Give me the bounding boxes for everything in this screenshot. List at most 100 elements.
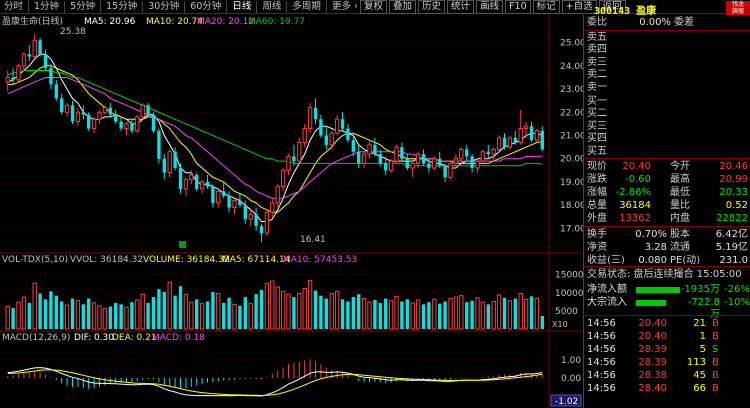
f10-button[interactable]: F10 bbox=[505, 0, 531, 14]
tick-price: 28.40 bbox=[638, 383, 667, 394]
quote-label: 涨跌 bbox=[587, 174, 607, 185]
low-marker-label: 16.41 bbox=[300, 235, 326, 245]
sell-level-row[interactable]: 卖三 bbox=[584, 57, 750, 69]
period-tab-30min[interactable]: 30分钟 bbox=[144, 0, 183, 14]
period-tab-1min[interactable]: 1分钟 bbox=[30, 0, 63, 14]
candle bbox=[394, 146, 399, 162]
candle bbox=[114, 114, 118, 122]
volume-bar bbox=[448, 298, 453, 330]
quote-value: 36184 bbox=[619, 200, 651, 211]
volume-bar bbox=[60, 301, 64, 329]
volume-bar bbox=[459, 295, 464, 330]
tick-volume: 113 bbox=[686, 357, 706, 368]
volume-bar bbox=[302, 287, 307, 330]
candle bbox=[38, 40, 42, 55]
tick-volume: 66 bbox=[693, 383, 706, 394]
volume-bar bbox=[475, 297, 480, 330]
period-tab-daily[interactable]: 日线 bbox=[228, 0, 255, 14]
kline-chart[interactable]: 盈康生命(日线) MA5: 20.96 MA10: 20.74 MA20: 20… bbox=[0, 15, 583, 408]
tick-row[interactable]: 14:56 28.39 5 S bbox=[584, 344, 750, 356]
candle bbox=[205, 181, 210, 187]
draw-button[interactable]: 画线 bbox=[476, 0, 504, 14]
vol-axis-label: 15000 bbox=[555, 271, 583, 281]
sell-level-label: 卖三 bbox=[587, 56, 607, 68]
volume-bar bbox=[199, 303, 205, 330]
order-ratio-row: 委比 0.00% 委差 bbox=[584, 17, 750, 29]
candle bbox=[415, 153, 421, 164]
flow-bar bbox=[636, 287, 680, 293]
tick-row[interactable]: 14:56 28.40 66 B bbox=[584, 383, 750, 395]
price-axis-label: 19.00 bbox=[560, 178, 583, 188]
history-button[interactable]: 历史 bbox=[418, 0, 446, 14]
price-axis-label: 22.00 bbox=[560, 108, 583, 118]
add-watchlist-button[interactable]: +自选 bbox=[561, 0, 597, 14]
vol-axis-label: 5000 bbox=[555, 307, 578, 317]
buy-level-row[interactable]: 买五 bbox=[584, 146, 750, 158]
period-tab-weekly[interactable]: 周线 bbox=[258, 0, 285, 14]
candle bbox=[438, 158, 442, 166]
candle bbox=[140, 104, 145, 118]
more-menu[interactable]: 更多 › bbox=[328, 0, 362, 14]
sell-level-row[interactable]: 卖二 bbox=[584, 69, 750, 81]
sell-level-row[interactable]: 卖五 bbox=[584, 32, 750, 44]
chart-title: 盈康生命(日线) bbox=[2, 15, 63, 27]
candle bbox=[313, 107, 318, 120]
tick-row[interactable]: 14:56 28.39 113 B bbox=[584, 357, 750, 369]
ma10-label: MA10: 20.74 bbox=[146, 17, 203, 27]
flow-label: 净流入额 bbox=[587, 284, 627, 295]
buy-level-row[interactable]: 买四 bbox=[584, 133, 750, 145]
brand-logo-icon: 钱龙 旗舰 bbox=[726, 1, 750, 15]
period-tab-5min[interactable]: 5分钟 bbox=[66, 0, 99, 14]
ma5-label: MA5: 20.96 bbox=[84, 17, 136, 27]
candle bbox=[75, 111, 81, 123]
volume-bar bbox=[421, 304, 426, 329]
tick-volume: 5 bbox=[699, 344, 706, 355]
adjust-button[interactable]: 复权 bbox=[360, 0, 388, 14]
volume-bar bbox=[518, 292, 523, 330]
candle bbox=[146, 105, 150, 115]
tick-volume: 1 bbox=[699, 331, 706, 342]
candle bbox=[124, 123, 129, 130]
tick-time: 14:56 bbox=[587, 357, 616, 368]
macd-value: MACD: 0.18 bbox=[152, 333, 205, 343]
mark-button[interactable]: 标记 bbox=[532, 0, 560, 14]
period-tab-multi[interactable]: 多周期 bbox=[288, 0, 325, 14]
period-tab-60min[interactable]: 60分钟 bbox=[186, 0, 225, 14]
volume-bar bbox=[357, 294, 361, 329]
volume-bar bbox=[415, 299, 421, 330]
tick-price: 28.38 bbox=[638, 370, 667, 381]
quote-value: 13362 bbox=[619, 213, 651, 224]
quote-value: 20.46 bbox=[719, 161, 748, 172]
quote-label: 今开 bbox=[670, 161, 690, 172]
candle bbox=[302, 128, 307, 143]
tick-time: 14:56 bbox=[587, 331, 616, 342]
candle bbox=[173, 151, 177, 169]
overlay-button[interactable]: 叠加 bbox=[389, 0, 417, 14]
volume-bar bbox=[480, 301, 486, 330]
tick-side: B bbox=[712, 318, 719, 329]
tick-row[interactable]: 14:56 20.40 21 B bbox=[584, 318, 750, 330]
period-tab-15min[interactable]: 15分钟 bbox=[102, 0, 141, 14]
buy-level-row[interactable]: 买二 bbox=[584, 108, 750, 120]
stats-button[interactable]: 统计 bbox=[447, 0, 475, 14]
period-tab-intraday[interactable]: 分时 bbox=[0, 0, 27, 14]
volume-bar bbox=[470, 300, 474, 329]
buy-level-row[interactable]: 买三 bbox=[584, 121, 750, 133]
candle bbox=[81, 112, 85, 115]
volume-bar bbox=[119, 304, 123, 329]
volume-bar bbox=[313, 290, 318, 329]
tick-volume: 21 bbox=[693, 318, 706, 329]
tick-side: S bbox=[712, 344, 719, 355]
buy-level-row[interactable]: 买一 bbox=[584, 96, 750, 108]
volume-bar bbox=[453, 296, 459, 330]
sell-level-row[interactable]: 卖四 bbox=[584, 44, 750, 56]
fund-label: 净资 bbox=[587, 242, 607, 253]
tick-row[interactable]: 14:56 20.40 1 B bbox=[584, 331, 750, 343]
sell-level-row[interactable]: 卖一 bbox=[584, 82, 750, 94]
quote-label: 内盘 bbox=[670, 213, 690, 224]
candle bbox=[346, 128, 350, 141]
event-marker-icon[interactable] bbox=[179, 241, 186, 248]
candle bbox=[216, 190, 221, 204]
vol-vvol: VVOL: 36184.32 bbox=[70, 255, 143, 265]
tick-row[interactable]: 14:56 28.38 45 B bbox=[584, 370, 750, 382]
